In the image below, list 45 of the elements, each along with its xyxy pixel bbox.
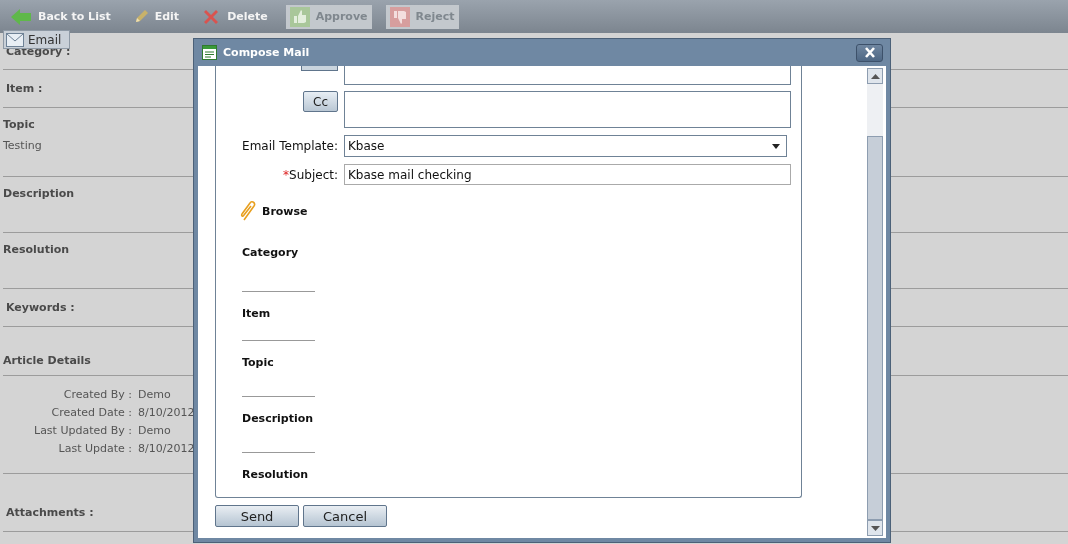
cancel-button[interactable]: Cancel: [303, 505, 387, 527]
browse-link[interactable]: Browse: [262, 204, 308, 218]
close-icon: [863, 47, 876, 58]
field-label: Email Template:: [241, 139, 338, 153]
section-value: Testing: [3, 139, 42, 152]
template-select[interactable]: Kbase: [344, 135, 787, 157]
section-heading: Description: [242, 412, 314, 425]
thumbs-up-icon: [289, 6, 310, 27]
detail-value: Demo: [138, 424, 172, 437]
section-heading: Resolution: [3, 243, 70, 256]
envelope-icon: [6, 32, 24, 47]
close-button[interactable]: [856, 43, 883, 62]
paperclip-icon: [238, 200, 258, 222]
cc-field[interactable]: [344, 91, 791, 128]
window-icon: [202, 45, 217, 60]
section-heading: Article Details: [3, 354, 91, 367]
dropdown-caret-icon: [772, 143, 780, 149]
detail-value: Demo: [138, 388, 172, 401]
back-arrow-icon: [10, 7, 32, 26]
field-label: Attachments :: [5, 506, 94, 519]
section-heading: Topic: [242, 356, 274, 369]
scroll-down-icon: [870, 525, 880, 531]
field-button[interactable]: [301, 66, 338, 71]
field-label: *Subject:: [282, 167, 338, 182]
section-heading: Resolution: [242, 468, 309, 481]
scroll-up-icon: [870, 73, 880, 79]
section-heading: Category: [242, 246, 299, 259]
field-label: Item :: [5, 82, 43, 95]
subject-field[interactable]: Kbase mail checking: [344, 164, 791, 185]
send-button[interactable]: Send: [215, 505, 299, 527]
scrollbar[interactable]: [867, 68, 883, 536]
dialog-title: Compose Mail: [223, 46, 311, 59]
detail-label: Created By :: [62, 388, 132, 401]
detail-value: 8/10/2012: [138, 442, 196, 455]
section-heading: Topic: [3, 118, 35, 131]
detail-label: Created Date :: [50, 406, 132, 419]
email-button[interactable]: Email: [3, 30, 71, 49]
field-label: Keywords :: [5, 301, 75, 314]
cc-button[interactable]: Cc: [303, 91, 338, 112]
detail-label: Last Update :: [57, 442, 132, 455]
section-heading: Item: [242, 307, 271, 320]
section-heading: Description: [3, 187, 75, 200]
text-area[interactable]: [344, 66, 791, 85]
detail-label: Last Updated By :: [33, 424, 132, 437]
thumbs-down-icon: [389, 6, 410, 27]
